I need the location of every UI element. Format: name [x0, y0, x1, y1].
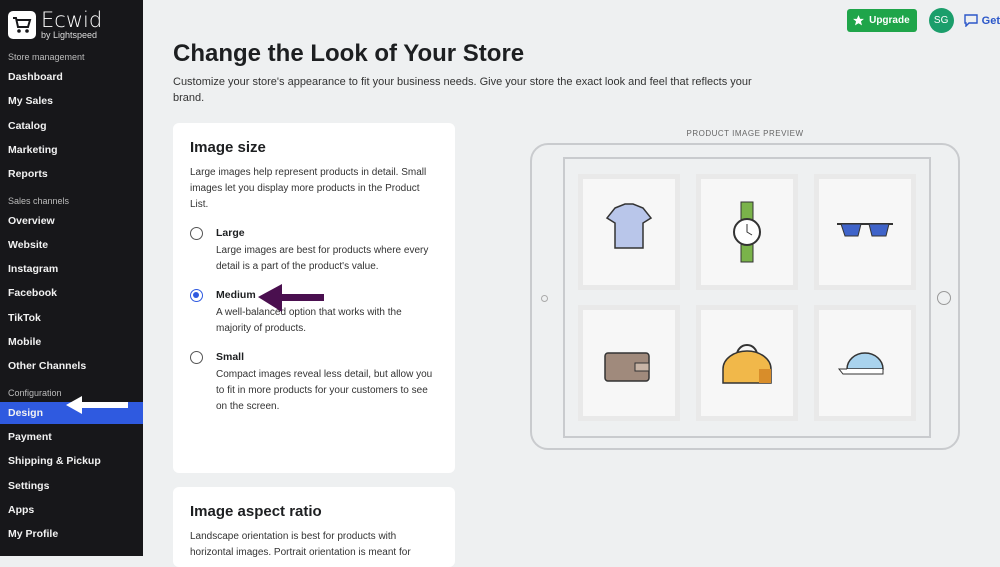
sidebar-item-overview[interactable]: Overview — [0, 210, 143, 232]
product-tile — [696, 174, 798, 290]
get-label: Get — [981, 14, 1000, 27]
camera-dot — [541, 295, 548, 302]
section-label: Store management — [8, 52, 85, 62]
home-button — [937, 291, 951, 305]
bag-icon — [722, 344, 772, 384]
t-shirt-icon — [605, 203, 653, 249]
avatar[interactable]: SG — [928, 8, 954, 33]
sidebar-item-dashboard[interactable]: Dashboard — [0, 66, 143, 88]
sidebar-item-catalog[interactable]: Catalog — [0, 115, 143, 137]
radio-small[interactable] — [190, 351, 203, 364]
product-tile — [578, 174, 680, 290]
chat-icon — [963, 14, 978, 27]
sidebar-item-tiktok[interactable]: TikTok — [0, 307, 143, 329]
brand-sub: by Lightspeed — [41, 30, 98, 40]
aspect-ratio-desc: Landscape orientation is best for produc… — [190, 531, 411, 558]
upgrade-button[interactable]: Upgrade — [847, 9, 917, 32]
purple-arrow-annotation — [258, 284, 324, 312]
page-title: Change the Look of Your Store — [173, 40, 525, 67]
sidebar-item-payment[interactable]: Payment — [0, 426, 143, 448]
watch-icon — [733, 201, 761, 263]
sidebar-item-mobile[interactable]: Mobile — [0, 331, 143, 353]
sidebar-item-my-sales[interactable]: My Sales — [0, 90, 143, 112]
ecwid-logo[interactable]: Ecwid by Lightspeed — [8, 10, 102, 40]
option-desc: Compact images reveal less detail, but a… — [216, 369, 433, 412]
sidebar-item-instagram[interactable]: Instagram — [0, 258, 143, 280]
sidebar-item-facebook[interactable]: Facebook — [0, 282, 143, 304]
cap-icon — [837, 352, 884, 375]
product-tile — [696, 305, 798, 421]
product-tile — [578, 305, 680, 421]
brand-name: Ecwid — [41, 8, 103, 32]
sidebar-item-website[interactable]: Website — [0, 234, 143, 256]
sidebar-item-shipping-pickup[interactable]: Shipping & Pickup — [0, 450, 143, 472]
option-label: Small — [216, 351, 245, 363]
cart-icon — [8, 11, 36, 39]
option-small[interactable]: Small Compact images reveal less detail, … — [190, 351, 438, 415]
option-large[interactable]: Large Large images are best for products … — [190, 227, 438, 275]
white-arrow-annotation — [66, 396, 128, 414]
wallet-icon — [604, 352, 650, 382]
sunglasses-icon — [837, 223, 893, 237]
option-desc: A well-balanced option that works with t… — [216, 307, 402, 334]
page-subtitle: Customize your store's appearance to fit… — [173, 76, 752, 104]
sidebar-item-reports[interactable]: Reports — [0, 163, 143, 185]
preview-label: PRODUCT IMAGE PREVIEW — [686, 129, 804, 138]
sidebar: Ecwid by Lightspeed Store management Dash… — [0, 0, 143, 556]
get-help-button[interactable]: Get — [963, 14, 1000, 27]
option-label: Large — [216, 227, 245, 239]
option-desc: Large images are best for products where… — [216, 245, 429, 272]
aspect-ratio-card: Image aspect ratio Landscape orientation… — [173, 487, 455, 567]
sidebar-item-my-profile[interactable]: My Profile — [0, 523, 143, 545]
product-tile — [814, 305, 916, 421]
star-icon — [853, 15, 865, 26]
radio-medium[interactable] — [190, 289, 203, 302]
radio-large[interactable] — [190, 227, 203, 240]
product-tile — [814, 174, 916, 290]
sidebar-item-settings[interactable]: Settings — [0, 475, 143, 497]
section-label: Configuration — [8, 387, 62, 398]
sidebar-item-other-channels[interactable]: Other Channels — [0, 355, 143, 377]
sidebar-item-apps[interactable]: Apps — [0, 499, 143, 521]
aspect-ratio-title: Image aspect ratio — [190, 503, 322, 520]
section-label: Sales channels — [8, 195, 70, 206]
upgrade-label: Upgrade — [869, 15, 910, 26]
option-label: Medium — [216, 289, 256, 301]
sidebar-item-marketing[interactable]: Marketing — [0, 139, 143, 161]
tablet-preview — [530, 143, 960, 450]
image-size-title: Image size — [190, 139, 266, 156]
image-size-desc: Large images help represent products in … — [190, 167, 427, 210]
